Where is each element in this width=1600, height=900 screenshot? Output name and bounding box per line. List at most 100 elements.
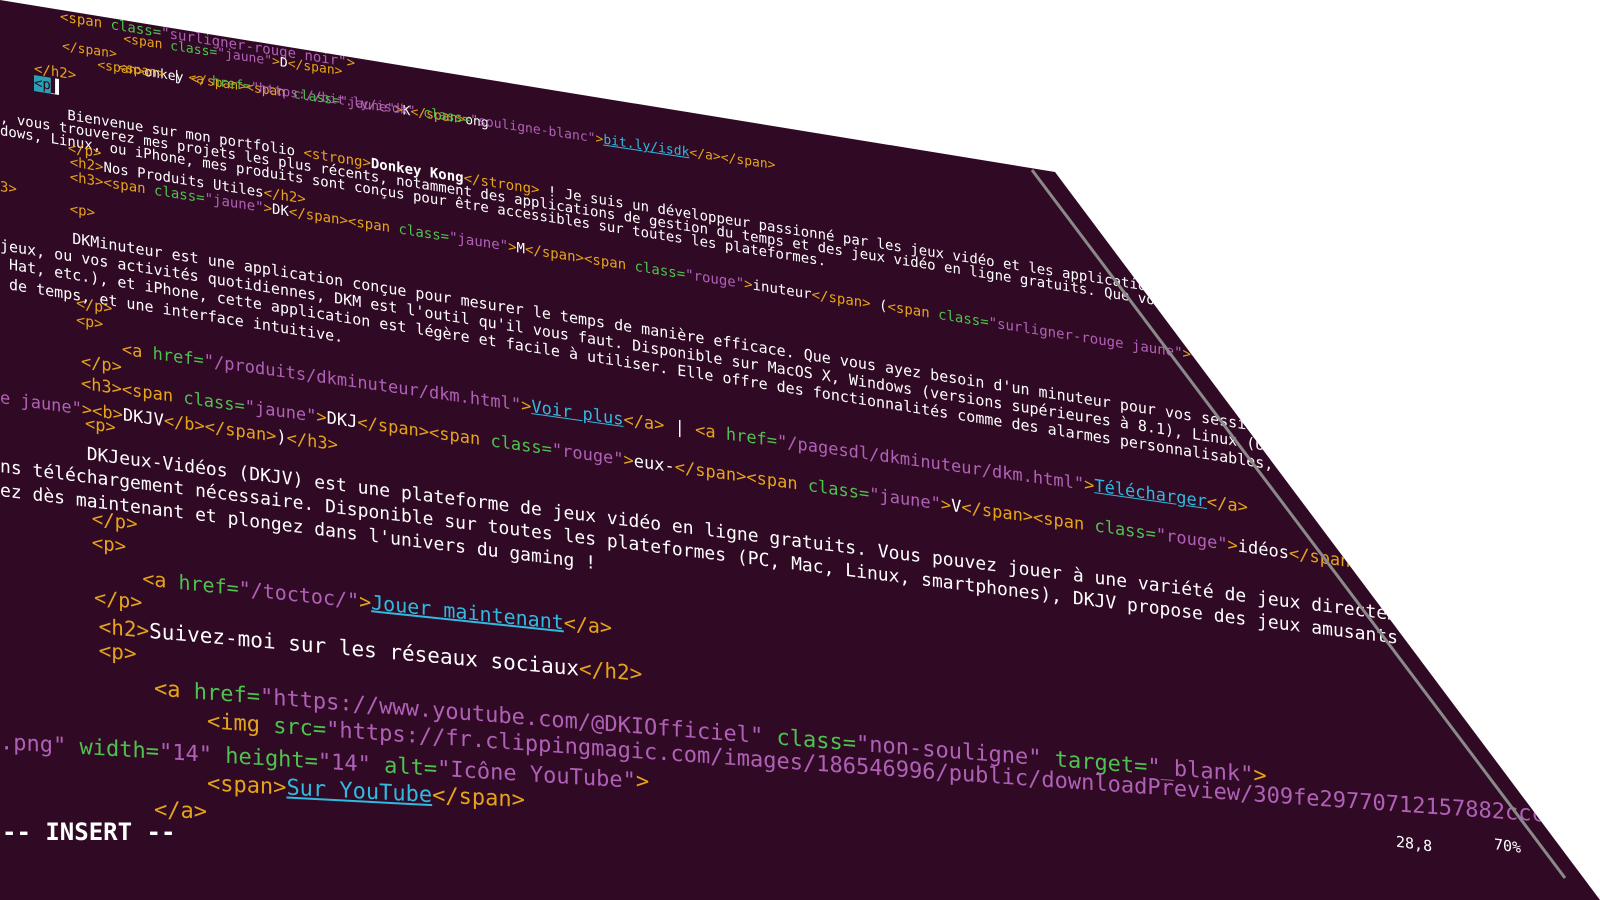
code-token: <p> bbox=[76, 310, 104, 334]
code-token: </span> bbox=[288, 204, 348, 230]
code-token: <span bbox=[429, 422, 491, 452]
code-token: "rouge" bbox=[551, 439, 624, 471]
code-token: DKJV bbox=[122, 405, 164, 432]
code-token: M bbox=[516, 240, 525, 258]
code-token: Sur YouTube bbox=[286, 775, 433, 809]
code-token: </p> bbox=[94, 585, 143, 615]
code-token: > bbox=[940, 494, 952, 517]
code-token: class= bbox=[1442, 565, 1504, 594]
code-line[interactable]: <p> bbox=[36, 197, 96, 222]
code-token: </p> bbox=[91, 507, 138, 536]
code-token: .png" bbox=[0, 730, 67, 760]
code-token: href= bbox=[152, 343, 204, 372]
code-token: </span> bbox=[1275, 360, 1335, 386]
code-token: > bbox=[316, 406, 327, 429]
code-token: <p> bbox=[84, 413, 116, 439]
code-token: <a bbox=[142, 566, 179, 594]
code-token: > bbox=[272, 53, 280, 71]
code-token: </span> bbox=[524, 241, 584, 267]
code-token: <span bbox=[1033, 507, 1095, 537]
code-token: </h bbox=[1342, 370, 1369, 391]
code-token: <p> bbox=[91, 531, 127, 558]
code-token: <p> bbox=[69, 201, 96, 222]
code-token: bit.ly/isdk bbox=[603, 132, 690, 161]
code-token: <span bbox=[887, 298, 939, 323]
code-token: <p bbox=[34, 75, 51, 94]
code-token: DKJ bbox=[326, 408, 358, 433]
vim-editor-window[interactable]: <span class="surligner-rouge noir"> <spa… bbox=[0, 0, 1600, 900]
code-token: </a> bbox=[563, 610, 612, 640]
code-token: "surligner-roug bbox=[1503, 573, 1600, 616]
code-token: </span> bbox=[811, 286, 871, 313]
code-token: </span> bbox=[432, 783, 525, 813]
code-token: > bbox=[263, 200, 273, 218]
scroll-percent: 70% bbox=[1494, 835, 1522, 857]
code-token: > bbox=[1182, 345, 1191, 363]
screen: <span class="surligner-rouge noir"> <spa… bbox=[0, 0, 1600, 900]
code-token: > bbox=[346, 54, 356, 72]
code-token: </span> bbox=[357, 412, 430, 443]
code-token: class= bbox=[183, 388, 245, 417]
code-token: class= bbox=[938, 306, 989, 331]
code-token: > bbox=[521, 395, 532, 418]
code-line[interactable]: 3> bbox=[0, 179, 17, 198]
code-token: href= bbox=[178, 569, 239, 601]
code-line[interactable]: <p> bbox=[48, 636, 137, 665]
cursor-position: 28,8 bbox=[1396, 832, 1433, 856]
code-token: <p> bbox=[98, 638, 137, 666]
code-token: ! Je suis un développeur passionné par l… bbox=[539, 182, 1332, 324]
code-token: ) bbox=[1334, 369, 1343, 387]
code-token: </h3> bbox=[286, 428, 338, 456]
code-token: D bbox=[279, 55, 288, 72]
code-token: class= bbox=[634, 258, 686, 283]
code-token: </a> bbox=[623, 409, 665, 436]
code-token: Télécharger bbox=[1094, 476, 1207, 513]
code-token: "jaune" bbox=[869, 484, 941, 515]
code-token: </span> bbox=[674, 457, 747, 488]
code-token: > bbox=[1227, 534, 1238, 557]
code-token: > bbox=[508, 238, 517, 257]
code-token: | bbox=[664, 415, 696, 441]
code-token: > bbox=[623, 450, 634, 472]
code-token: Voir plus bbox=[531, 397, 624, 430]
code-token: DKM bbox=[1216, 350, 1242, 371]
code-token: </span> bbox=[961, 497, 1034, 528]
code-token: <a bbox=[695, 420, 726, 445]
code-token: 3> bbox=[0, 179, 17, 198]
code-token: </b> bbox=[163, 411, 205, 437]
code-line[interactable]: <p▌ bbox=[34, 75, 60, 96]
code-token: V bbox=[951, 496, 962, 518]
code-token: src= bbox=[273, 713, 327, 743]
code-token: ) bbox=[276, 426, 287, 449]
code-token: <span bbox=[347, 213, 399, 238]
code-token: <a bbox=[153, 676, 194, 705]
code-token: <span bbox=[746, 467, 808, 496]
code-token: eux- bbox=[633, 451, 675, 478]
code-token: "/toctoc/" bbox=[238, 576, 360, 613]
code-token: <b> bbox=[1190, 346, 1217, 367]
code-token: <span> bbox=[206, 771, 287, 801]
code-token: </span> bbox=[204, 416, 277, 447]
code-token: "rouge" bbox=[685, 266, 745, 293]
code-token: href= bbox=[725, 424, 778, 452]
code-token: > bbox=[744, 276, 753, 294]
code-token: height= bbox=[225, 743, 318, 775]
code-token: "https://bit.ly/isdk" bbox=[251, 79, 416, 120]
code-token: class= bbox=[1094, 516, 1156, 545]
code-token: <span bbox=[583, 250, 635, 275]
code-token: </span> bbox=[1288, 543, 1361, 574]
text-cursor: ▌ bbox=[50, 77, 60, 96]
code-token: ( bbox=[870, 296, 888, 315]
code-token: > bbox=[635, 768, 650, 795]
code-token: Jouer maintenant bbox=[371, 590, 564, 635]
code-token: "14" bbox=[158, 739, 212, 768]
code-token: </span> bbox=[720, 150, 776, 174]
